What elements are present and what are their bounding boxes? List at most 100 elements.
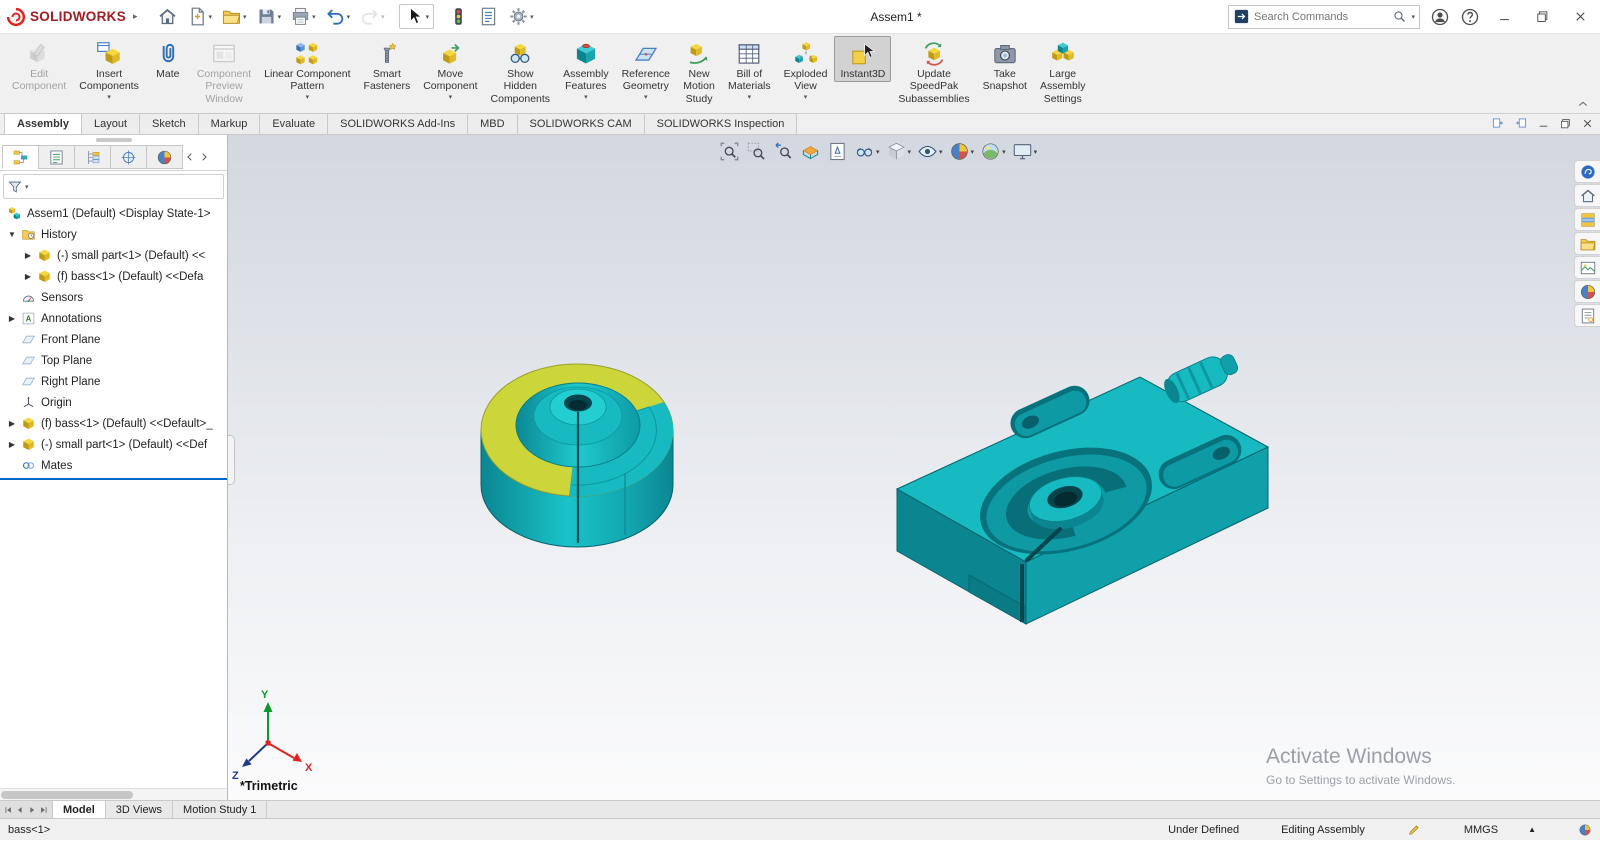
previous-window-button[interactable] bbox=[1491, 116, 1505, 130]
panel-tab-propertymanager[interactable] bbox=[38, 145, 75, 169]
hide-show-items-button[interactable]: ▾ bbox=[851, 140, 883, 163]
chevron-down-icon[interactable]: ▾ bbox=[939, 148, 943, 156]
home-button[interactable] bbox=[154, 4, 181, 29]
display-style-button[interactable]: ▾ bbox=[883, 140, 915, 163]
expander-down-icon[interactable]: ▼ bbox=[5, 230, 19, 239]
chevron-down-icon[interactable]: ▾ bbox=[644, 94, 648, 102]
chevron-down-icon[interactable]: ▾ bbox=[876, 148, 880, 156]
ribbon-take-snapshot-button[interactable]: Take Snapshot bbox=[977, 36, 1033, 95]
new-document-button[interactable]: ▾ bbox=[184, 4, 216, 29]
tree-item-annotations[interactable]: ▶ A Annotations bbox=[0, 308, 227, 329]
resources-tab[interactable] bbox=[1574, 184, 1600, 207]
panel-flyout-grip[interactable] bbox=[228, 435, 235, 485]
chevron-down-icon[interactable]: ▾ bbox=[971, 148, 975, 156]
chevron-down-icon[interactable]: ▾ bbox=[530, 13, 534, 21]
chevron-down-icon[interactable]: ▾ bbox=[306, 94, 310, 102]
command-search[interactable]: ▾ bbox=[1228, 4, 1420, 29]
chevron-down-icon[interactable]: ▾ bbox=[1034, 148, 1038, 156]
file-explorer-tab[interactable] bbox=[1574, 232, 1600, 255]
tree-item-mates[interactable]: Mates bbox=[0, 455, 227, 476]
panel-tab-configurationmanager[interactable] bbox=[74, 145, 111, 169]
threedexperience-tab[interactable] bbox=[1574, 160, 1600, 183]
next-tab-button[interactable] bbox=[27, 805, 37, 815]
expander-right-icon[interactable]: ▶ bbox=[21, 272, 35, 281]
user-account-button[interactable] bbox=[1430, 7, 1450, 27]
tab-solidworks-inspection[interactable]: SOLIDWORKS Inspection bbox=[643, 113, 798, 134]
last-tab-button[interactable] bbox=[39, 805, 49, 815]
tab-assembly[interactable]: Assembly bbox=[4, 113, 82, 134]
panel-tab-displaymanager[interactable] bbox=[146, 145, 183, 169]
tab-markup[interactable]: Markup bbox=[197, 113, 261, 134]
units-value[interactable]: MMGS bbox=[1464, 824, 1498, 836]
chevron-down-icon[interactable]: ▾ bbox=[243, 13, 247, 21]
tab-layout[interactable]: Layout bbox=[80, 113, 141, 134]
options-button[interactable]: ▾ bbox=[505, 4, 537, 29]
ribbon-instant3d-button[interactable]: Instant3D bbox=[834, 36, 892, 83]
search-icon[interactable] bbox=[1392, 9, 1407, 24]
tree-item-f-bass-1-default-default[interactable]: ▶ (f) bass<1> (Default) <<Default>_ bbox=[0, 413, 227, 434]
ribbon-smart-fasteners-button[interactable]: Smart Fasteners bbox=[358, 36, 417, 95]
tree-item-top-plane[interactable]: Top Plane bbox=[0, 350, 227, 371]
panel-hscrollbar[interactable] bbox=[0, 788, 227, 800]
section-view-button[interactable] bbox=[797, 140, 824, 163]
filter-input[interactable] bbox=[30, 179, 220, 194]
tree-item-small-part-1-default-def[interactable]: ▶ (-) small part<1> (Default) <<Def bbox=[0, 434, 227, 455]
ribbon-new-motion-study-button[interactable]: New Motion Study bbox=[677, 36, 721, 107]
chevron-down-icon[interactable]: ▾ bbox=[584, 94, 588, 102]
custom-properties-tab[interactable] bbox=[1574, 304, 1600, 327]
panel-tab-featuremanager[interactable] bbox=[2, 145, 39, 169]
tree-item-assem1-default-display-state-1[interactable]: Assem1 (Default) <Display State-1> bbox=[0, 203, 227, 224]
ribbon-edit-component-button[interactable]: Edit Component bbox=[6, 36, 72, 95]
tree-item-origin[interactable]: Origin bbox=[0, 392, 227, 413]
view-selector-button[interactable]: ▾ bbox=[1009, 140, 1041, 163]
chevron-down-icon[interactable]: ▾ bbox=[278, 13, 282, 21]
units-selector[interactable]: MMGS ▲ bbox=[1464, 824, 1536, 836]
ribbon-linear-component-pattern-button[interactable]: Linear Component Pattern ▾ bbox=[258, 36, 356, 104]
document-restore-button[interactable] bbox=[1559, 117, 1572, 130]
tab-solidworks-add-ins[interactable]: SOLIDWORKS Add-Ins bbox=[327, 113, 469, 134]
menu-expand-arrow-icon[interactable]: ▸ bbox=[133, 11, 138, 22]
panel-tab-dimxpertmanager[interactable] bbox=[110, 145, 147, 169]
chevron-down-icon[interactable]: ▾ bbox=[1411, 13, 1415, 21]
expander-right-icon[interactable]: ▶ bbox=[5, 440, 19, 449]
select-button[interactable]: ▾ bbox=[398, 4, 435, 29]
print-button[interactable]: ▾ bbox=[287, 4, 319, 29]
previous-tab-button[interactable] bbox=[15, 805, 25, 815]
tree-item-history[interactable]: ▼ History bbox=[0, 224, 227, 245]
ribbon-exploded-view-button[interactable]: Exploded View ▾ bbox=[778, 36, 834, 104]
expander-right-icon[interactable]: ▶ bbox=[5, 314, 19, 323]
document-close-button[interactable] bbox=[1581, 117, 1594, 130]
chevron-down-icon[interactable]: ▾ bbox=[381, 13, 385, 21]
file-properties-button[interactable] bbox=[475, 4, 502, 29]
search-scope-icon[interactable] bbox=[1233, 8, 1250, 25]
view-settings-button[interactable]: ▾ bbox=[914, 140, 946, 163]
expander-right-icon[interactable]: ▶ bbox=[5, 419, 19, 428]
close-button[interactable] bbox=[1566, 9, 1594, 24]
search-input[interactable] bbox=[1254, 10, 1389, 23]
save-button[interactable]: ▾ bbox=[253, 4, 285, 29]
redo-button[interactable]: ▾ bbox=[356, 4, 388, 29]
expander-right-icon[interactable]: ▶ bbox=[21, 251, 35, 260]
bottom-tab-motion-study-1[interactable]: Motion Study 1 bbox=[173, 801, 268, 818]
filter-icon[interactable] bbox=[7, 179, 23, 195]
ribbon-insert-components-button[interactable]: Insert Components ▾ bbox=[73, 36, 145, 104]
annotation-views-button[interactable] bbox=[824, 140, 851, 163]
first-tab-button[interactable] bbox=[3, 805, 13, 815]
panel-splitter[interactable] bbox=[0, 135, 227, 144]
chevron-down-icon[interactable]: ▾ bbox=[748, 94, 752, 102]
panel-tab-scroll-right[interactable] bbox=[197, 147, 210, 167]
rebuild-button[interactable] bbox=[445, 4, 472, 29]
ribbon-update-speedpak-subassemblies-button[interactable]: Update SpeedPak Subassemblies bbox=[892, 36, 975, 107]
chevron-down-icon[interactable]: ▾ bbox=[804, 94, 808, 102]
tree-item-right-plane[interactable]: Right Plane bbox=[0, 371, 227, 392]
tree-item-small-part-1-default[interactable]: ▶ (-) small part<1> (Default) << bbox=[0, 245, 227, 266]
previous-view-button[interactable] bbox=[770, 140, 797, 163]
zoom-area-button[interactable] bbox=[743, 140, 770, 163]
help-button[interactable] bbox=[1460, 7, 1480, 27]
tree-item-sensors[interactable]: Sensors bbox=[0, 287, 227, 308]
ribbon-reference-geometry-button[interactable]: Reference Geometry ▾ bbox=[616, 36, 676, 104]
document-minimize-button[interactable] bbox=[1537, 117, 1550, 130]
undo-button[interactable]: ▾ bbox=[322, 4, 354, 29]
bass-part-model[interactable] bbox=[895, 348, 1270, 625]
chevron-down-icon[interactable]: ▾ bbox=[449, 94, 453, 102]
